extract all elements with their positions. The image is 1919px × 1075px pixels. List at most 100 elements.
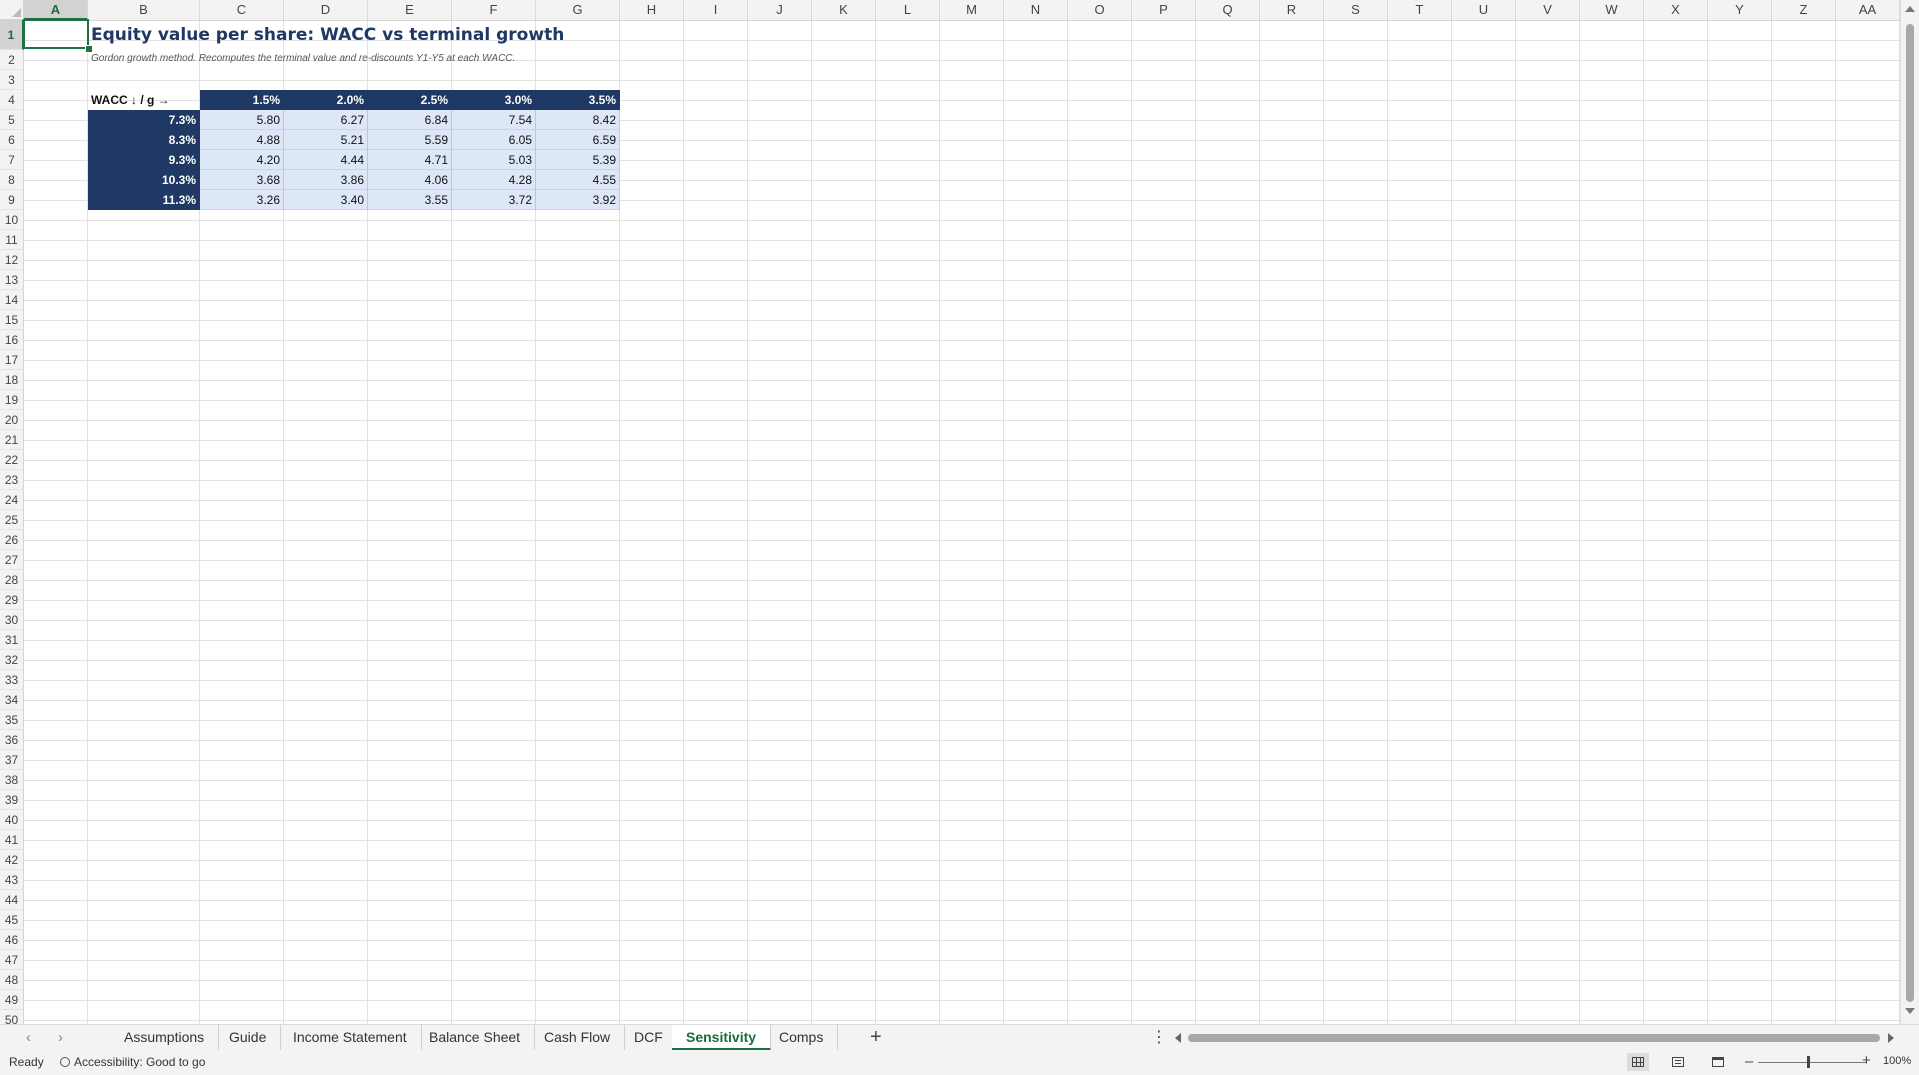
value-cell[interactable]: 6.05 xyxy=(452,130,536,150)
column-header-P[interactable]: P xyxy=(1132,0,1196,20)
value-cell[interactable]: 6.84 xyxy=(368,110,452,130)
column-header-D[interactable]: D xyxy=(284,0,368,20)
value-cell[interactable]: 4.44 xyxy=(284,150,368,170)
value-cell[interactable]: 3.92 xyxy=(536,190,620,210)
row-header-47[interactable]: 47 xyxy=(0,950,24,970)
column-header-Q[interactable]: Q xyxy=(1196,0,1260,20)
zoom-slider[interactable] xyxy=(1758,1062,1866,1063)
zoom-level[interactable]: 100% xyxy=(1883,1055,1911,1067)
column-header-R[interactable]: R xyxy=(1260,0,1324,20)
column-header-L[interactable]: L xyxy=(876,0,940,20)
row-header-31[interactable]: 31 xyxy=(0,630,24,650)
row-header-27[interactable]: 27 xyxy=(0,550,24,570)
sheet-title[interactable]: Equity value per share: WACC vs terminal… xyxy=(88,20,567,50)
column-header-J[interactable]: J xyxy=(748,0,812,20)
zoom-out-icon[interactable]: – xyxy=(1745,1053,1753,1070)
column-header-I[interactable]: I xyxy=(684,0,748,20)
column-header-N[interactable]: N xyxy=(1004,0,1068,20)
accessibility-status[interactable]: Accessibility: Good to go xyxy=(60,1055,205,1069)
column-header-S[interactable]: S xyxy=(1324,0,1388,20)
zoom-in-icon[interactable]: + xyxy=(1862,1052,1871,1069)
wacc-header[interactable]: 9.3% xyxy=(88,150,200,170)
wacc-header[interactable]: 8.3% xyxy=(88,130,200,150)
row-header-25[interactable]: 25 xyxy=(0,510,24,530)
sheet-tab-assumptions[interactable]: Assumptions xyxy=(110,1025,220,1051)
value-cell[interactable]: 8.42 xyxy=(536,110,620,130)
column-header-G[interactable]: G xyxy=(536,0,620,20)
zoom-slider-knob[interactable] xyxy=(1807,1056,1810,1068)
row-header-43[interactable]: 43 xyxy=(0,870,24,890)
column-header-H[interactable]: H xyxy=(620,0,684,20)
column-header-M[interactable]: M xyxy=(940,0,1004,20)
column-header-Z[interactable]: Z xyxy=(1772,0,1836,20)
row-header-12[interactable]: 12 xyxy=(0,250,24,270)
scroll-down-icon[interactable] xyxy=(1905,1008,1915,1014)
column-header-F[interactable]: F xyxy=(452,0,536,20)
column-header-AA[interactable]: AA xyxy=(1836,0,1900,20)
row-header-45[interactable]: 45 xyxy=(0,910,24,930)
value-cell[interactable]: 3.55 xyxy=(368,190,452,210)
column-header-O[interactable]: O xyxy=(1068,0,1132,20)
tab-scroll-right-icon[interactable]: › xyxy=(58,1030,63,1046)
wacc-header[interactable]: 10.3% xyxy=(88,170,200,190)
row-header-2[interactable]: 2 xyxy=(0,50,24,70)
row-header-39[interactable]: 39 xyxy=(0,790,24,810)
growth-header[interactable]: 1.5% xyxy=(200,90,284,110)
column-header-W[interactable]: W xyxy=(1580,0,1644,20)
row-header-8[interactable]: 8 xyxy=(0,170,24,190)
row-header-38[interactable]: 38 xyxy=(0,770,24,790)
value-cell[interactable]: 4.88 xyxy=(200,130,284,150)
row-header-9[interactable]: 9 xyxy=(0,190,24,210)
column-header-B[interactable]: B xyxy=(88,0,200,20)
column-header-Y[interactable]: Y xyxy=(1708,0,1772,20)
value-cell[interactable]: 3.86 xyxy=(284,170,368,190)
row-header-50[interactable]: 50 xyxy=(0,1010,24,1024)
row-header-4[interactable]: 4 xyxy=(0,90,24,110)
value-cell[interactable]: 3.40 xyxy=(284,190,368,210)
select-all-button[interactable] xyxy=(0,0,24,20)
value-cell[interactable]: 5.80 xyxy=(200,110,284,130)
row-header-48[interactable]: 48 xyxy=(0,970,24,990)
row-header-35[interactable]: 35 xyxy=(0,710,24,730)
table-corner-label[interactable]: WACC ↓ / g → xyxy=(88,90,200,110)
row-header-23[interactable]: 23 xyxy=(0,470,24,490)
wacc-header[interactable]: 11.3% xyxy=(88,190,200,210)
scroll-right-icon[interactable] xyxy=(1888,1033,1894,1043)
row-header-32[interactable]: 32 xyxy=(0,650,24,670)
column-header-V[interactable]: V xyxy=(1516,0,1580,20)
tab-scroll-left-icon[interactable]: ‹ xyxy=(26,1030,31,1046)
row-header-34[interactable]: 34 xyxy=(0,690,24,710)
horizontal-scroll-thumb[interactable] xyxy=(1188,1034,1880,1042)
sheet-tab-guide[interactable]: Guide xyxy=(215,1025,282,1051)
wacc-header[interactable]: 7.3% xyxy=(88,110,200,130)
row-header-18[interactable]: 18 xyxy=(0,370,24,390)
value-cell[interactable]: 4.20 xyxy=(200,150,284,170)
row-header-19[interactable]: 19 xyxy=(0,390,24,410)
column-header-C[interactable]: C xyxy=(200,0,284,20)
growth-header[interactable]: 2.5% xyxy=(368,90,452,110)
scroll-up-icon[interactable] xyxy=(1905,6,1915,12)
row-header-30[interactable]: 30 xyxy=(0,610,24,630)
column-header-U[interactable]: U xyxy=(1452,0,1516,20)
add-sheet-icon[interactable]: + xyxy=(870,1025,882,1049)
value-cell[interactable]: 3.68 xyxy=(200,170,284,190)
row-header-22[interactable]: 22 xyxy=(0,450,24,470)
value-cell[interactable]: 4.55 xyxy=(536,170,620,190)
growth-header[interactable]: 2.0% xyxy=(284,90,368,110)
column-header-T[interactable]: T xyxy=(1388,0,1452,20)
row-header-41[interactable]: 41 xyxy=(0,830,24,850)
value-cell[interactable]: 4.06 xyxy=(368,170,452,190)
sheet-tab-income-statement[interactable]: Income Statement xyxy=(279,1025,422,1051)
row-header-15[interactable]: 15 xyxy=(0,310,24,330)
value-cell[interactable]: 5.59 xyxy=(368,130,452,150)
sheet-tab-dcf[interactable]: DCF xyxy=(620,1025,678,1051)
row-header-28[interactable]: 28 xyxy=(0,570,24,590)
value-cell[interactable]: 5.03 xyxy=(452,150,536,170)
row-header-42[interactable]: 42 xyxy=(0,850,24,870)
column-header-X[interactable]: X xyxy=(1644,0,1708,20)
row-header-24[interactable]: 24 xyxy=(0,490,24,510)
row-header-1[interactable]: 1 xyxy=(0,20,24,50)
row-header-33[interactable]: 33 xyxy=(0,670,24,690)
row-header-21[interactable]: 21 xyxy=(0,430,24,450)
value-cell[interactable]: 5.21 xyxy=(284,130,368,150)
